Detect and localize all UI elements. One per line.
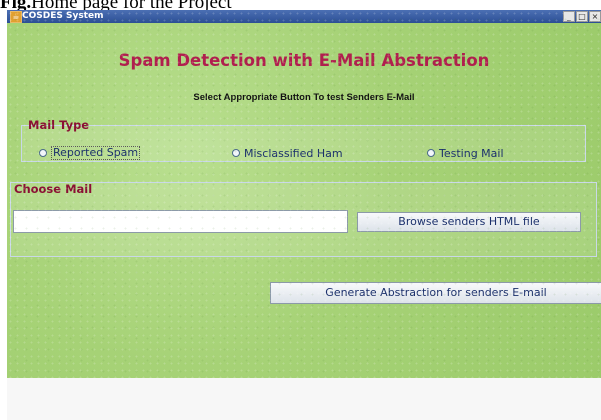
java-cup-icon: ☕ <box>10 11 22 23</box>
window-title: COSDES System <box>22 11 104 21</box>
radio-label: Testing Mail <box>439 146 504 160</box>
generate-abstraction-button[interactable]: Generate Abstraction for senders E-mail <box>270 282 601 304</box>
radio-button-icon[interactable] <box>39 149 47 157</box>
radio-testing-mail[interactable]: Testing Mail <box>427 146 504 160</box>
radio-label: Misclassified Ham <box>244 146 343 160</box>
radio-button-icon[interactable] <box>427 149 435 157</box>
browse-html-button[interactable]: Browse senders HTML file <box>357 212 581 232</box>
radio-reported-spam[interactable]: Reported Spam <box>39 146 141 160</box>
app-heading: Spam Detection with E-Mail Abstraction <box>118 51 490 70</box>
radio-misclassified-ham[interactable]: Misclassified Ham <box>232 146 343 160</box>
close-button[interactable]: × <box>589 11 601 22</box>
file-path-field[interactable] <box>13 210 348 233</box>
radio-label: Reported Spam <box>51 146 141 160</box>
app-window: ☕ COSDES System _ □ × Spam Detection wit… <box>7 10 601 378</box>
minimize-button[interactable]: _ <box>563 11 575 22</box>
mail-type-legend: Mail Type <box>28 118 90 132</box>
mail-type-group: Mail Type Reported Spam Misclassified Ha… <box>21 118 586 162</box>
window-controls: _ □ × <box>563 11 601 22</box>
radio-button-icon[interactable] <box>232 149 240 157</box>
page-background <box>7 378 601 420</box>
title-bar[interactable]: ☕ COSDES System _ □ × <box>7 10 601 23</box>
maximize-button[interactable]: □ <box>576 11 588 22</box>
choose-mail-legend: Choose Mail <box>14 182 93 196</box>
instruction-text: Select Appropriate Button To test Sender… <box>193 92 415 103</box>
